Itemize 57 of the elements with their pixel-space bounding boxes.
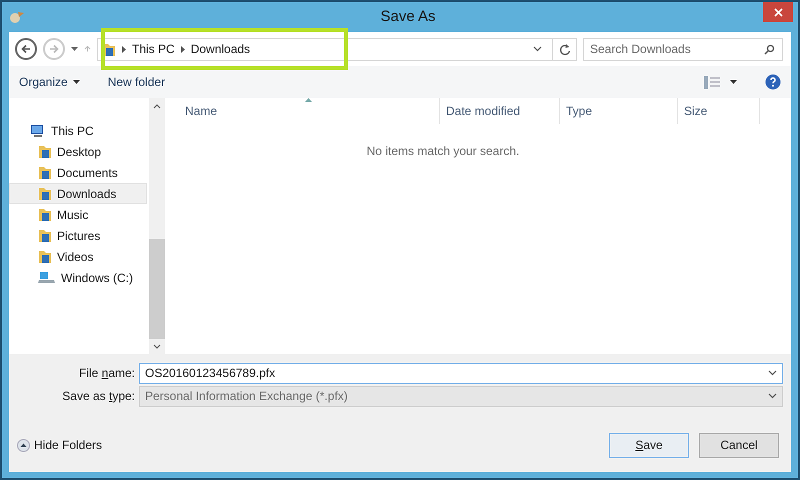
column-header[interactable]: Size bbox=[678, 98, 760, 124]
search-icon bbox=[764, 44, 775, 54]
tree-item[interactable]: Videos bbox=[9, 246, 147, 267]
hide-folders-button[interactable]: Hide Folders bbox=[17, 436, 102, 454]
collapse-icon bbox=[17, 438, 30, 452]
scrollbar[interactable] bbox=[149, 98, 165, 354]
computer-icon bbox=[30, 124, 46, 138]
tree-item[interactable]: Desktop bbox=[9, 141, 147, 162]
scroll-down-icon[interactable] bbox=[153, 344, 161, 349]
tree-item[interactable]: Windows (C:) bbox=[9, 267, 147, 288]
help-icon[interactable] bbox=[765, 74, 781, 90]
dialog-button[interactable]: Cancel bbox=[699, 432, 779, 458]
empty-message: No items match your search. bbox=[366, 143, 520, 160]
back-arrow-icon bbox=[21, 44, 31, 54]
scroll-up-icon[interactable] bbox=[153, 104, 161, 109]
forward-arrow-icon bbox=[49, 44, 59, 54]
dropdown-caret-icon[interactable] bbox=[71, 47, 78, 51]
folder-icon bbox=[38, 207, 52, 222]
tree-item[interactable]: This PC bbox=[9, 120, 147, 141]
folder-icon bbox=[38, 165, 52, 180]
sort-arrow-icon bbox=[305, 98, 312, 102]
caret-icon[interactable] bbox=[730, 80, 737, 84]
new-folder-button[interactable]: New folder bbox=[108, 73, 166, 91]
tree-item[interactable]: Music bbox=[9, 204, 147, 225]
folder-icon bbox=[38, 144, 52, 159]
folder-icon bbox=[38, 249, 52, 264]
address-bar[interactable]: This PC Downloads bbox=[97, 38, 577, 60]
tree-item[interactable]: Downloads bbox=[9, 183, 147, 204]
close-button[interactable] bbox=[763, 2, 793, 22]
close-icon bbox=[774, 8, 782, 16]
dropdown-chevron-icon bbox=[768, 393, 777, 399]
scrollbar-thumb[interactable] bbox=[149, 239, 165, 339]
drive-icon bbox=[38, 270, 56, 284]
organize-menu[interactable]: Organize bbox=[19, 73, 80, 91]
back-button[interactable] bbox=[15, 38, 37, 60]
column-header[interactable]: Date modified bbox=[440, 98, 560, 124]
window-title: Save As bbox=[379, 6, 437, 27]
file-name-field[interactable]: OS20160123456789.pfx bbox=[139, 362, 783, 384]
breadcrumb-arrow-icon bbox=[122, 46, 126, 52]
dialog-button[interactable]: Save bbox=[609, 432, 689, 458]
breadcrumb-item[interactable]: Downloads bbox=[190, 40, 250, 58]
tree-item[interactable]: Documents bbox=[9, 162, 147, 183]
search-field[interactable]: Search Downloads bbox=[583, 38, 783, 60]
caret-icon bbox=[72, 80, 80, 84]
folder-icon bbox=[38, 186, 52, 201]
field-label: Save as type: bbox=[61, 388, 136, 405]
view-options-icon[interactable] bbox=[704, 76, 720, 88]
app-icon bbox=[9, 10, 25, 24]
column-header[interactable]: Type bbox=[560, 98, 678, 124]
breadcrumb-arrow-icon bbox=[180, 46, 185, 52]
tree-item[interactable]: Pictures bbox=[9, 225, 147, 246]
refresh-icon bbox=[558, 42, 570, 56]
folder-icon bbox=[38, 228, 52, 243]
field-label: File name: bbox=[78, 365, 136, 382]
breadcrumb-item[interactable]: This PC bbox=[132, 40, 175, 58]
dropdown-chevron-icon bbox=[768, 370, 777, 376]
address-dropdown-icon bbox=[533, 46, 542, 52]
